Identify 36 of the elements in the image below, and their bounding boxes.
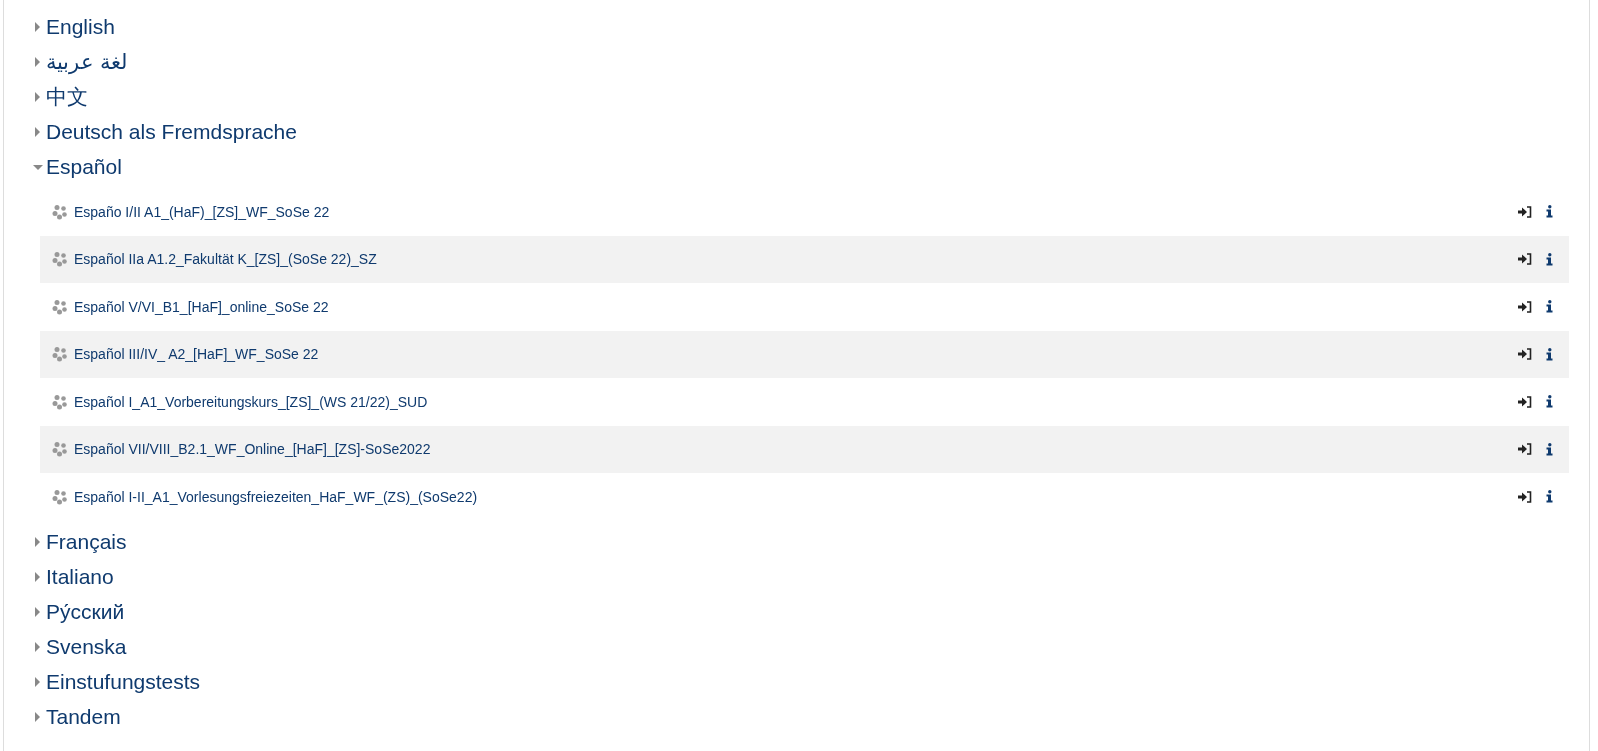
- category-link[interactable]: Français: [46, 530, 127, 554]
- category-link[interactable]: Español: [46, 154, 122, 179]
- course-icon: [52, 203, 68, 220]
- category-link[interactable]: Tandem: [46, 705, 121, 729]
- enrol-icon[interactable]: [1518, 348, 1532, 361]
- course-icon: [52, 441, 68, 458]
- course-link[interactable]: Español V/VI_B1_[HaF]_online_SoSe 22: [74, 298, 1518, 315]
- category-link[interactable]: English: [46, 14, 115, 39]
- course-link[interactable]: Españo I/II A1_(HaF)_[ZS]_WF_SoSe 22: [74, 203, 1518, 220]
- enrol-icon[interactable]: [1518, 300, 1532, 313]
- enrol-icon[interactable]: [1518, 443, 1532, 456]
- course-link[interactable]: Español I_A1_Vorbereitungskurs_[ZS]_(WS 21/22)_SUD: [74, 393, 1518, 410]
- course-icon: [52, 251, 68, 268]
- info-icon[interactable]: [1546, 300, 1553, 314]
- category-link[interactable]: Italiano: [46, 565, 114, 589]
- category-link[interactable]: Svenska: [46, 635, 127, 659]
- category-link[interactable]: Deutsch als Fremdsprache: [46, 119, 297, 144]
- category-link[interactable]: Einstufungstests: [46, 670, 201, 694]
- info-icon[interactable]: [1546, 442, 1553, 456]
- info-icon[interactable]: [1546, 205, 1553, 219]
- info-icon[interactable]: [1546, 347, 1553, 361]
- course-icon: [52, 346, 68, 363]
- course-icon: [52, 393, 68, 410]
- category-link[interactable]: لغة عربية: [46, 49, 127, 74]
- course-icon: [52, 488, 68, 505]
- enrol-icon[interactable]: [1518, 490, 1532, 503]
- course-link[interactable]: Español I-II_A1_Vorlesungsfreiezeiten_HaF_WF_(ZS)_(SoSe22): [74, 488, 1518, 505]
- info-icon[interactable]: [1546, 252, 1553, 266]
- info-icon[interactable]: [1546, 395, 1553, 409]
- enrol-icon[interactable]: [1518, 253, 1532, 266]
- info-icon[interactable]: [1546, 490, 1553, 504]
- category-link[interactable]: 中文: [46, 82, 88, 111]
- course-icon: [52, 298, 68, 315]
- enrol-icon[interactable]: [1518, 205, 1532, 218]
- category-link[interactable]: Ру́сский: [46, 600, 125, 624]
- enrol-icon[interactable]: [1518, 395, 1532, 408]
